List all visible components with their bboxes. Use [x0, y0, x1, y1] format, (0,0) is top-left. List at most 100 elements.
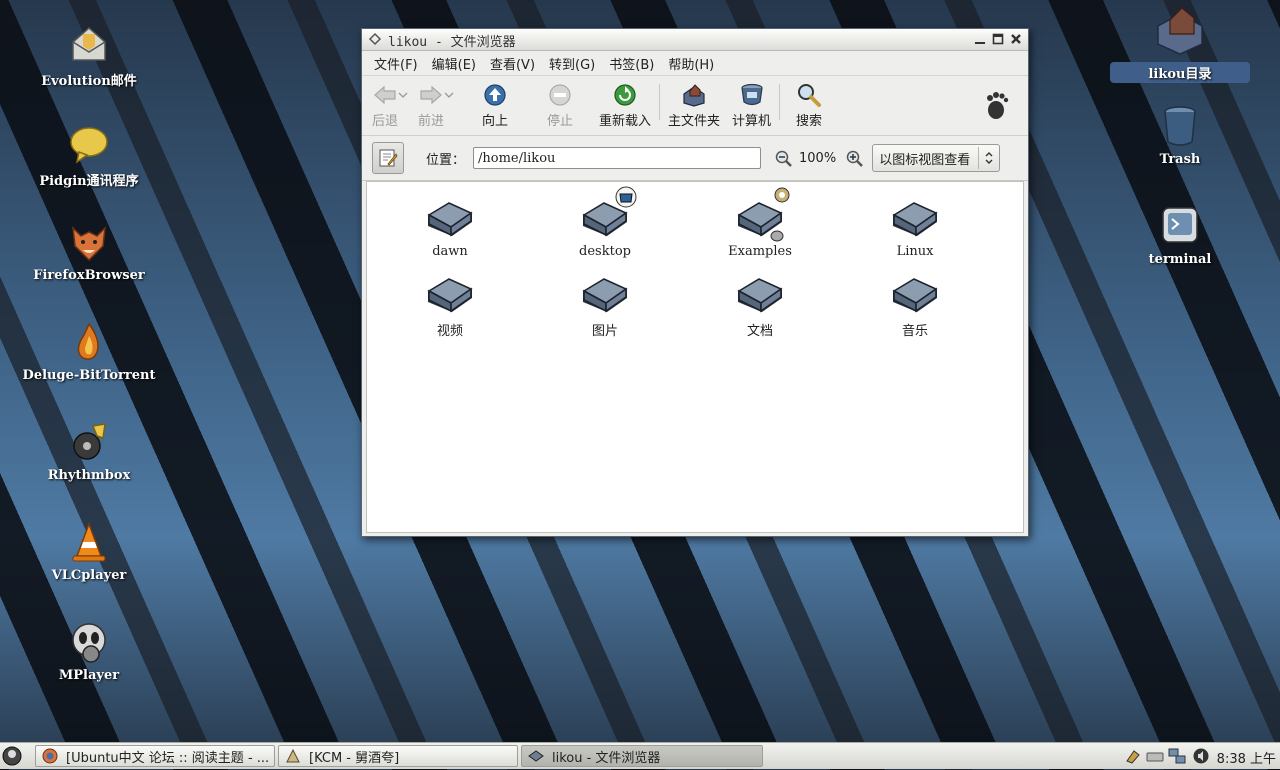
desktop-icon-terminal[interactable]: terminal — [1110, 204, 1250, 267]
stop-icon — [545, 80, 575, 110]
folder-name: dawn — [432, 244, 468, 259]
menu-help[interactable]: 帮助(H) — [661, 54, 721, 73]
folder-icon — [734, 187, 790, 242]
file-browser-window: likou - 文件浏览器 文件(F) 编辑(E) 查看(V) 转到(G) 书签… — [361, 28, 1029, 537]
gnome-foot-icon — [984, 90, 1010, 124]
desktop-icon-firefox[interactable]: FirefoxBrowser — [19, 220, 159, 283]
terminal-icon — [1158, 204, 1202, 248]
toolbar: 后退 前进 向上 停止 重新载入 主文件夹 计算机 搜索 — [362, 76, 1028, 136]
up-button[interactable]: 向上 — [480, 80, 510, 129]
menu-go[interactable]: 转到(G) — [542, 54, 602, 73]
desktop-icon-label: terminal — [1148, 252, 1212, 267]
desktop-icon-home-folder[interactable]: likou目录 — [1110, 4, 1250, 83]
up-arrow-icon — [480, 80, 510, 110]
menu-bar: 文件(F) 编辑(E) 查看(V) 转到(G) 书签(B) 帮助(H) — [362, 51, 1028, 76]
torrent-icon — [67, 320, 111, 364]
toggle-location-entry-button[interactable] — [372, 142, 404, 174]
music-icon — [67, 420, 111, 464]
computer-button[interactable]: 计算机 — [732, 80, 771, 129]
desktop-icon-vlc[interactable]: VLCplayer — [19, 520, 159, 583]
desktop-icon-pidgin[interactable]: Pidgin通讯程序 — [19, 122, 159, 189]
stop-button[interactable]: 停止 — [545, 80, 575, 129]
clock[interactable]: 8:38 上午 — [1217, 748, 1276, 767]
folder-icon — [424, 270, 476, 318]
folder-name: desktop — [579, 244, 631, 259]
location-input[interactable]: /home/likou — [473, 147, 762, 169]
desktop-icon-label: Trash — [1159, 152, 1201, 167]
reload-button[interactable]: 重新载入 — [599, 80, 651, 129]
menu-view[interactable]: 查看(V) — [483, 54, 542, 73]
desktop-icon-trash[interactable]: Trash — [1110, 104, 1250, 167]
icon-view[interactable]: dawn desktop Examples Linux 视频 图片 文档 音乐 — [366, 181, 1024, 533]
task-file-browser[interactable]: likou - 文件浏览器 — [521, 745, 763, 767]
firefox-icon — [42, 748, 58, 764]
desktop-icon-evolution[interactable]: Evolution邮件 — [19, 22, 159, 89]
folder-item[interactable]: 音乐 — [865, 270, 965, 339]
desktop-icon-label: FirefoxBrowser — [33, 268, 145, 283]
desktop-icon-label: Pidgin通讯程序 — [39, 174, 139, 189]
desktop-icon-label: MPlayer — [58, 668, 120, 683]
link-emblem-icon — [772, 186, 792, 212]
chat-icon — [67, 122, 111, 166]
folder-icon — [579, 270, 631, 318]
desktop-icon-mplayer[interactable]: MPlayer — [19, 620, 159, 683]
home-button[interactable]: 主文件夹 — [668, 80, 720, 129]
task-kcm[interactable]: [KCM - 舅酒夸] — [278, 745, 518, 767]
desktop-icon-label: likou目录 — [1110, 62, 1250, 83]
reload-icon — [610, 80, 640, 110]
folder-item[interactable]: 图片 — [555, 270, 655, 339]
up-label: 向上 — [481, 114, 508, 129]
desktop-icon-deluge[interactable]: Deluge-BitTorrent — [19, 320, 159, 383]
notification-icon[interactable] — [1124, 747, 1142, 765]
maximize-button[interactable] — [990, 31, 1006, 47]
folder-item[interactable]: dawn — [400, 194, 500, 259]
folder-icon — [528, 748, 544, 764]
computer-icon — [737, 80, 767, 110]
title-bar[interactable]: likou - 文件浏览器 — [362, 29, 1028, 51]
zoom-out-button[interactable] — [773, 148, 793, 168]
forward-history-dropdown[interactable] — [442, 80, 456, 110]
network-icon[interactable] — [1168, 747, 1186, 765]
view-mode-value: 以图标视图查看 — [879, 152, 971, 168]
folder-icon — [889, 270, 941, 318]
folder-item[interactable]: Examples — [710, 187, 810, 259]
keyboard-icon[interactable] — [1146, 747, 1164, 765]
back-label: 后退 — [371, 114, 398, 129]
chevron-updown-icon — [978, 147, 999, 169]
folder-item[interactable]: 视频 — [400, 270, 500, 339]
app-icon — [285, 748, 301, 764]
search-button[interactable]: 搜索 — [794, 80, 824, 129]
zoom-level[interactable]: 100% — [799, 151, 836, 166]
vlc-icon — [67, 520, 111, 564]
folder-name: 视频 — [436, 324, 463, 339]
symlink-emblem-icon — [770, 230, 784, 246]
show-desktop-icon[interactable] — [2, 746, 22, 770]
folder-item[interactable]: 文档 — [710, 270, 810, 339]
folder-item[interactable]: Linux — [865, 194, 965, 259]
window-menu-icon[interactable] — [368, 32, 382, 46]
menu-bookmarks[interactable]: 书签(B) — [602, 54, 661, 73]
home-label: 主文件夹 — [668, 114, 721, 129]
menu-edit[interactable]: 编辑(E) — [425, 54, 483, 73]
volume-icon[interactable] — [1192, 747, 1210, 765]
menu-file[interactable]: 文件(F) — [367, 54, 425, 73]
desktop-emblem-icon — [615, 186, 637, 212]
folder-icon — [734, 270, 786, 318]
task-ubuntu-forum[interactable]: [Ubuntu中文 论坛 :: 阅读主题 - ... — [35, 745, 275, 767]
close-button[interactable] — [1008, 31, 1024, 47]
desktop-icon-label: Rhythmbox — [47, 468, 131, 483]
minimize-button[interactable] — [972, 31, 988, 47]
toolbar-separator — [779, 84, 781, 120]
zoom-in-button[interactable] — [844, 148, 864, 168]
view-mode-select[interactable]: 以图标视图查看 — [872, 144, 1001, 172]
task-label: [KCM - 舅酒夸] — [309, 750, 400, 766]
location-bar: 位置： /home/likou 100% 以图标视图查看 — [362, 136, 1028, 181]
back-history-dropdown[interactable] — [396, 80, 410, 110]
desktop-icon-rhythmbox[interactable]: Rhythmbox — [19, 420, 159, 483]
folder-item[interactable]: desktop — [555, 186, 655, 259]
home-icon — [679, 80, 709, 110]
folder-icon — [424, 194, 476, 242]
forward-label: 前进 — [417, 114, 444, 129]
trash-icon — [1158, 104, 1202, 148]
computer-label: 计算机 — [732, 114, 772, 129]
